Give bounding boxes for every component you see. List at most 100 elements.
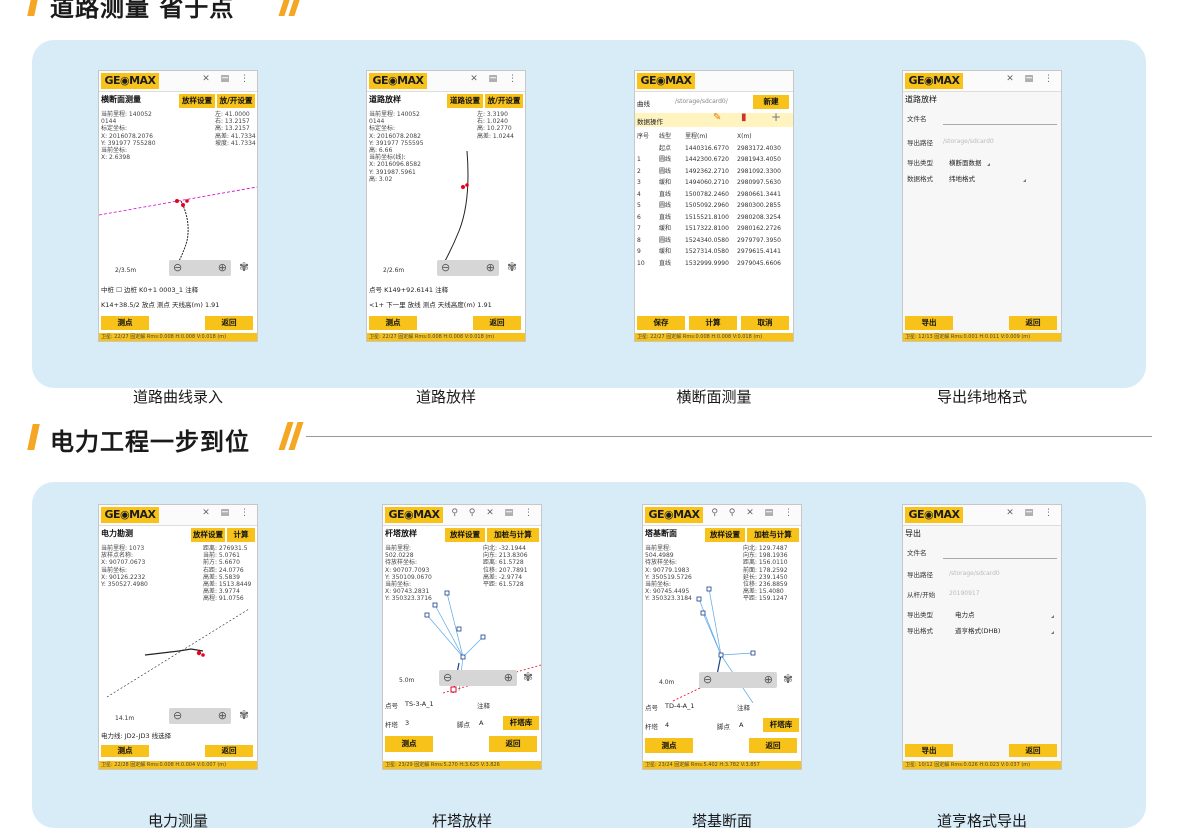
zoom-out-icon[interactable]: ⊖ [441,260,450,276]
table-row[interactable]: 8 圆线 1524340.0580 2979797.3950 [637,235,789,247]
cancel-button[interactable]: 取消 [741,316,789,330]
measure-button[interactable]: 测点 [369,316,417,330]
table-row[interactable]: 6 直线 1515521.8100 2980208.3254 [637,212,789,224]
path-field[interactable]: /storage/sdcard0/ [675,98,728,105]
zoom-out-icon[interactable]: ⊖ [443,670,452,686]
return-button[interactable]: 返回 [1009,744,1057,757]
zoom-out-icon[interactable]: ⊖ [173,260,182,276]
zoom-out-icon[interactable]: ⊖ [703,672,712,688]
calculate-button[interactable]: 计算 [227,528,255,542]
road-settings-button[interactable]: 道路设置 [447,94,483,108]
export-button[interactable]: 导出 [905,744,953,757]
return-button[interactable]: 返回 [205,316,253,330]
table-row[interactable]: 7 缓和 1517322.8100 2980162.2726 [637,223,789,235]
zoom-control[interactable]: ⊖ ⊕ [699,672,777,688]
map-view[interactable] [367,151,525,261]
zoom-in-icon[interactable]: ⊕ [504,670,513,686]
table-row[interactable]: 1 圆线 1442300.6720 2981943.4050 [637,154,789,166]
table-row[interactable]: 3 缓和 1494060.2710 2980997.5630 [637,177,789,189]
header-icons[interactable]: ⚲ ⚲ ✕ ▤ ⋮ [451,508,537,518]
return-button[interactable]: 返回 [749,738,797,753]
info-right: 左: 41.0000 右: 13.2157 高: 13.2157 高差: 41.… [215,111,256,147]
zoom-in-icon[interactable]: ⊕ [486,260,495,276]
add-calc-button[interactable]: 加桩与计算 [487,528,539,542]
settings-button[interactable]: 放样设置 [705,528,745,542]
foot-value[interactable]: A [739,721,743,729]
zoom-in-icon[interactable]: ⊕ [764,672,773,688]
zoom-control[interactable]: ⊖ ⊕ [437,260,499,276]
map-view[interactable] [99,151,257,261]
measure-button[interactable]: 测点 [645,738,693,753]
compass-icon[interactable]: ✾ [523,670,533,684]
table-row[interactable]: 起点 1440316.6770 2983172.4030 [637,143,789,155]
zoom-control[interactable]: ⊖ ⊕ [439,670,517,686]
screen-title: 横断面测量 [101,95,141,104]
zoom-in-icon[interactable]: ⊕ [218,708,227,724]
calculate-button[interactable]: 计算 [689,316,737,330]
header-icons[interactable]: ⚲ ⚲ ✕ ▤ ⋮ [711,508,797,518]
card-caption: 导出纬地格式 [936,388,1027,406]
zoom-control[interactable]: ⊖ ⊕ [169,708,231,724]
phone-screen: GE◉MAX ⚲ ⚲ ✕ ▤ ⋮ 塔基断面 放样设置 加桩与计算 当前里程: 5… [642,504,802,770]
header-icons[interactable]: ✕ ▤ ⋮ [202,74,253,84]
tower-library-button[interactable]: 杆塔库 [503,716,539,730]
measure-button[interactable]: 测点 [101,316,149,330]
return-button[interactable]: 返回 [473,316,521,330]
stakeout-settings-button[interactable]: 放/开设置 [217,94,255,108]
point-value[interactable]: TS-3-A_1 [405,700,434,708]
path-value[interactable]: /storage/sdcard0 [943,138,994,145]
add-icon[interactable]: + [771,110,781,124]
zoom-out-icon[interactable]: ⊖ [173,708,182,724]
filename-input[interactable] [943,124,1057,125]
return-button[interactable]: 返回 [489,736,537,752]
compass-icon[interactable]: ✾ [783,672,793,686]
tower-value[interactable]: 4 [665,721,669,729]
compass-icon[interactable]: ✾ [507,260,517,274]
compass-icon[interactable]: ✾ [239,708,249,722]
header-icons[interactable]: ✕ ▤ ⋮ [1006,74,1057,84]
add-calc-button[interactable]: 加桩与计算 [747,528,799,542]
settings-button[interactable]: 放样设置 [179,94,215,108]
measure-button[interactable]: 测点 [385,736,433,752]
table-row[interactable]: 10 直线 1532999.9990 2979045.6606 [637,258,789,270]
stakeout-settings-button[interactable]: 放/开设置 [485,94,523,108]
table-cell: 直线 [659,190,672,198]
path-value[interactable]: /storage/sdcard0 [949,570,1000,577]
zoom-in-icon[interactable]: ⊕ [218,260,227,276]
compass-icon[interactable]: ✾ [239,260,249,274]
foot-value[interactable]: A [479,719,483,727]
header-icons[interactable]: ✕ ▤ ⋮ [470,74,521,84]
table-row[interactable]: 2 圆线 1492362.2710 2981092.3300 [637,166,789,178]
point-label: 点号 [645,704,658,712]
table-row[interactable]: 5 圆线 1505092.2960 2980300.2855 [637,200,789,212]
return-button[interactable]: 返回 [205,745,253,757]
settings-button[interactable]: 放样设置 [191,528,225,542]
export-type-select[interactable]: 电力点 [955,609,975,619]
edit-icon[interactable]: ✎ [713,112,721,123]
table-row[interactable]: 9 缓和 1527314.0580 2979615.4141 [637,246,789,258]
filename-input[interactable] [943,558,1057,559]
new-button[interactable]: 新建 [753,95,789,109]
scale-label: 14.1m [115,715,135,722]
header-icons[interactable]: ✕ ▤ ⋮ [1006,508,1057,518]
delete-icon[interactable]: ▮ [741,112,747,123]
geomax-logo: GE◉MAX [101,507,159,523]
data-format-select[interactable]: 纬地格式 [949,173,975,183]
start-value[interactable]: 20190917 [949,590,980,597]
card-caption: 电力测量 [147,812,208,830]
export-type-select[interactable]: 横断面数据 [949,157,982,167]
zoom-control[interactable]: ⊖ ⊕ [169,260,231,276]
phone-screen: GE◉MAX ✕ ▤ ⋮ 横断面测量 放样设置 放/开设置 当前里程: 1400… [98,70,258,342]
export-format-select[interactable]: 道亨格式(DHB) [955,625,1000,635]
tower-value[interactable]: 3 [405,719,409,727]
save-button[interactable]: 保存 [637,316,685,330]
settings-button[interactable]: 放样设置 [445,528,485,542]
export-button[interactable]: 导出 [905,316,953,330]
tower-library-button[interactable]: 杆塔库 [763,718,799,732]
measure-button[interactable]: 测点 [101,745,149,757]
table-row[interactable]: 4 直线 1500782.2460 2980661.3441 [637,189,789,201]
header-icons[interactable]: ✕ ▤ ⋮ [202,508,253,518]
return-button[interactable]: 返回 [1009,316,1057,330]
point-value[interactable]: TD-4-A_1 [665,702,695,710]
map-view[interactable] [99,601,257,711]
